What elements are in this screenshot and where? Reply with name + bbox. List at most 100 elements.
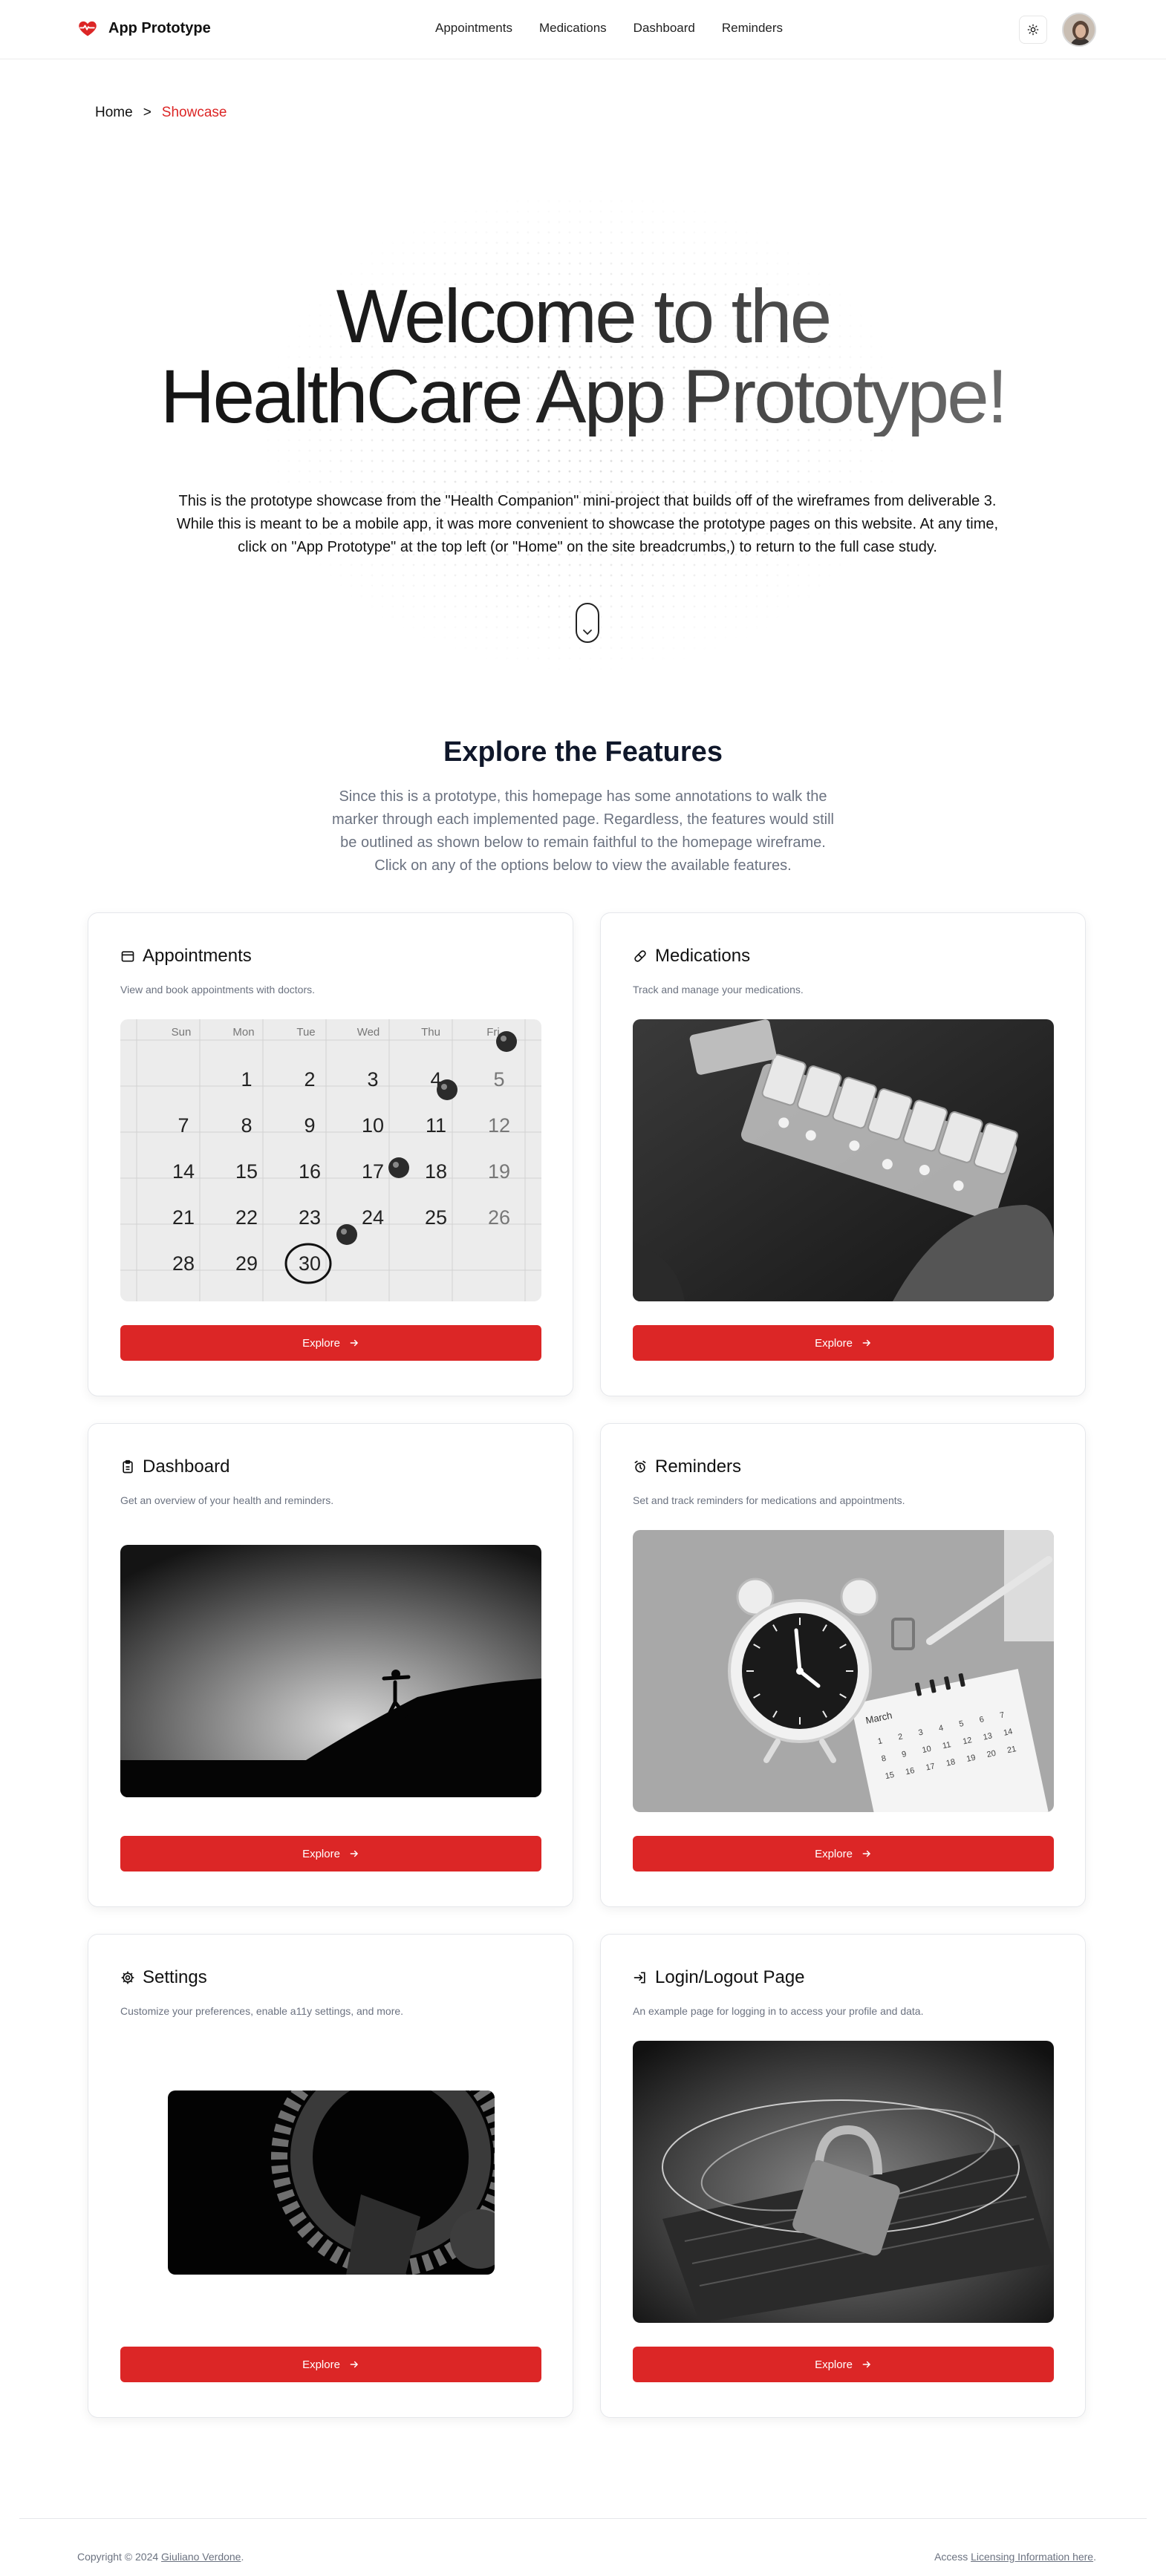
sun-icon (1027, 24, 1039, 36)
main-nav: Appointments Medications Dashboard Remin… (435, 21, 783, 36)
card-description: Customize your preferences, enable a11y … (120, 2005, 404, 2017)
reminder-calendar-date: 18 (945, 1757, 956, 1768)
nav-reminders[interactable]: Reminders (722, 21, 783, 36)
explore-label: Explore (815, 1336, 853, 1350)
nav-appointments[interactable]: Appointments (435, 21, 512, 36)
breadcrumb-current: Showcase (161, 105, 227, 120)
calendar-date: 12 (488, 1114, 510, 1137)
reminder-calendar-date: 20 (986, 1749, 997, 1759)
calendar-day-label: Sun (172, 1026, 192, 1039)
breadcrumb: Home > Showcase (95, 105, 227, 121)
hero-title-line1: Welcome to the (336, 274, 830, 359)
calendar-date: 30 (299, 1252, 321, 1275)
alarm-clock-icon (634, 1460, 646, 1473)
card-title: Reminders (655, 1457, 742, 1477)
brand-link[interactable]: App Prototype (77, 18, 211, 39)
avatar[interactable] (1062, 13, 1096, 47)
explore-button-medications[interactable]: Explore (633, 1325, 1054, 1361)
access-text: Access (934, 2551, 968, 2563)
calendar-date: 3 (367, 1068, 378, 1091)
copyright-text: Copyright © 2024 (77, 2551, 159, 2563)
features-description: Since this is a prototype, this homepage… (332, 788, 834, 874)
arrow-right-icon (862, 1339, 871, 1347)
reminder-calendar-date: 19 (965, 1753, 976, 1764)
explore-button-login[interactable]: Explore (633, 2347, 1054, 2382)
hero-title: Welcome to the HealthCare App Prototype! (74, 276, 1092, 437)
reminder-calendar-date: 14 (1003, 1727, 1013, 1738)
dashboard-silhouette-image (120, 1545, 541, 1797)
calendar-date: 26 (488, 1206, 510, 1229)
arrow-right-icon (350, 2361, 359, 2368)
pill-icon (634, 950, 646, 962)
reminder-calendar-date: 13 (983, 1731, 993, 1742)
calendar-date: 16 (299, 1160, 321, 1183)
clipboard-icon (123, 1459, 133, 1474)
medications-pillbox-image (633, 1019, 1054, 1301)
calendar-date: 1 (241, 1068, 252, 1091)
chevron-down-icon (583, 630, 592, 635)
reminder-calendar-date: 12 (962, 1736, 972, 1746)
explore-button-settings[interactable]: Explore (120, 2347, 541, 2382)
scroll-down-indicator[interactable] (576, 603, 599, 643)
calendar-day-label: Thu (421, 1026, 440, 1039)
heart-pulse-icon (79, 21, 97, 36)
calendar-date: 10 (362, 1114, 384, 1137)
card-description: An example page for logging in to access… (633, 2005, 924, 2017)
reminder-calendar-date: 16 (905, 1766, 915, 1776)
explore-label: Explore (302, 2358, 340, 2371)
calendar-date: 9 (304, 1114, 315, 1137)
calendar-date: 2 (304, 1068, 315, 1091)
calendar-date: 8 (241, 1114, 252, 1137)
calendar-date: 23 (299, 1206, 321, 1229)
theme-toggle-button[interactable] (1019, 16, 1047, 44)
calendar-date: 18 (425, 1160, 447, 1183)
hero-title-line2: HealthCare App Prototype! (160, 354, 1006, 439)
calendar-date: 17 (362, 1160, 384, 1183)
reminder-calendar-date: 15 (885, 1771, 895, 1781)
feature-card-reminders: Reminders Set and track reminders for me… (600, 1423, 1086, 1907)
calendar-day-label: Wed (357, 1026, 380, 1039)
feature-card-settings: Settings Customize your preferences, ena… (88, 1934, 573, 2418)
calendar-date: 21 (172, 1206, 195, 1229)
arrow-right-icon (862, 2361, 871, 2368)
card-title: Dashboard (143, 1457, 230, 1477)
login-icon (634, 1972, 645, 1984)
arrow-right-icon (350, 1850, 359, 1857)
hero-description: This is the prototype showcase from the … (176, 493, 999, 555)
reminders-clock-image: March 1 2 3 4 5 6 7 8 9 10 11 12 13 14 15 16 17 18 19 20 21 (633, 1530, 1054, 1812)
footer-divider (19, 2518, 1147, 2519)
calendar-date: 24 (362, 1206, 384, 1229)
calendar-date: 15 (235, 1160, 258, 1183)
calendar-icon (121, 951, 134, 962)
breadcrumb-separator: > (143, 105, 152, 120)
calendar-date: 5 (493, 1068, 504, 1091)
site-header: App Prototype Appointments Medications D… (0, 0, 1166, 59)
nav-medications[interactable]: Medications (539, 21, 607, 36)
explore-label: Explore (302, 1847, 340, 1860)
explore-button-appointments[interactable]: Explore (120, 1325, 541, 1361)
calendar-date: 28 (172, 1252, 195, 1275)
calendar-date: 11 (426, 1114, 446, 1137)
reminder-calendar-date: 10 (922, 1745, 932, 1755)
brand-title: App Prototype (108, 19, 211, 36)
reminder-calendar-date: 11 (942, 1740, 952, 1750)
card-title: Medications (655, 946, 751, 966)
explore-button-dashboard[interactable]: Explore (120, 1836, 541, 1871)
calendar-day-label: Tue (296, 1026, 315, 1039)
calendar-date: 7 (177, 1114, 189, 1137)
nav-dashboard[interactable]: Dashboard (634, 21, 695, 36)
footer-licensing: Access Licensing Information here. (934, 2551, 1096, 2563)
author-link[interactable]: Giuliano Verdone (161, 2551, 241, 2563)
card-description: Set and track reminders for medications … (633, 1494, 905, 1506)
calendar-date: 19 (488, 1160, 510, 1183)
calendar-day-label: Mon (232, 1026, 254, 1039)
breadcrumb-home[interactable]: Home (95, 105, 133, 121)
calendar-date: 25 (425, 1206, 447, 1229)
arrow-right-icon (350, 1339, 359, 1347)
explore-button-reminders[interactable]: Explore (633, 1836, 1054, 1871)
card-description: Track and manage your medications. (633, 984, 804, 996)
card-title: Appointments (143, 946, 252, 966)
licensing-link[interactable]: Licensing Information here (971, 2551, 1093, 2563)
card-description: Get an overview of your health and remin… (120, 1494, 334, 1506)
explore-label: Explore (815, 1847, 853, 1860)
